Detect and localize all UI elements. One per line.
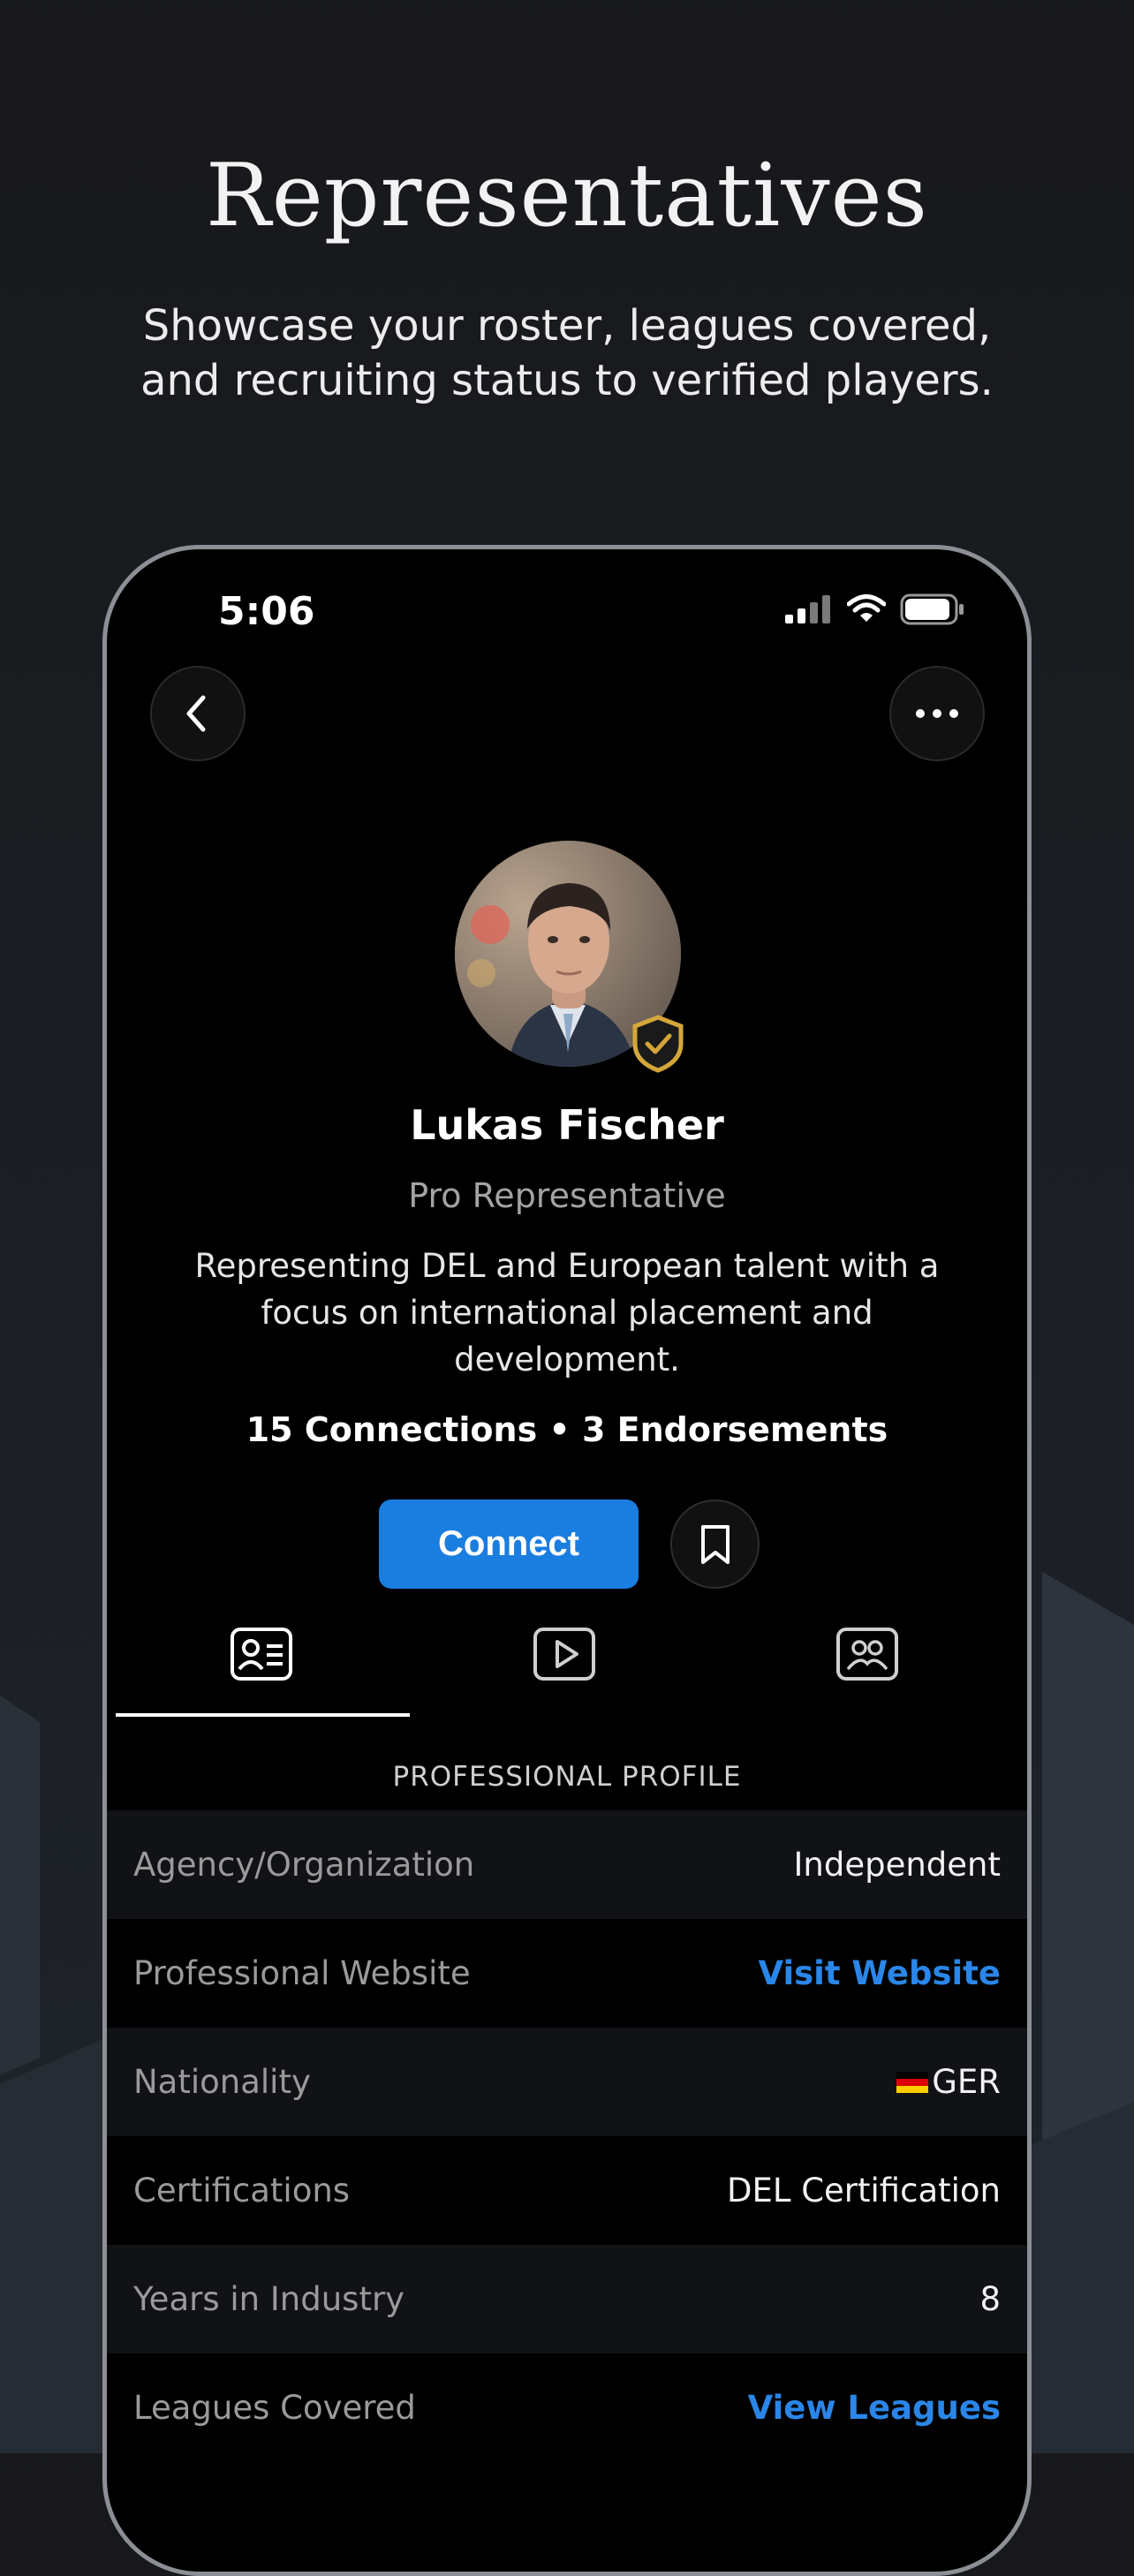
profile-details: Agency/Organization Independent Professi… <box>107 1810 1027 2462</box>
detail-value: Independent <box>793 1846 1001 1884</box>
back-button[interactable] <box>150 666 246 761</box>
detail-row-years: Years in Industry 8 <box>107 2245 1027 2353</box>
active-tab-indicator <box>116 1713 410 1717</box>
germany-flag-icon <box>896 2071 929 2093</box>
wifi-icon <box>847 594 886 622</box>
video-play-icon <box>533 1628 595 1681</box>
detail-label: Professional Website <box>133 1954 471 1992</box>
detail-value: 8 <box>979 2280 1001 2318</box>
detail-label: Certifications <box>133 2172 351 2210</box>
view-leagues-link[interactable]: View Leagues <box>748 2389 1001 2427</box>
detail-row-agency: Agency/Organization Independent <box>107 1810 1027 1919</box>
detail-value: GER <box>932 2063 1001 2101</box>
chevron-left-icon <box>186 695 206 732</box>
detail-label: Agency/Organization <box>133 1846 475 1884</box>
detail-row-certifications: Certifications DEL Certification <box>107 2136 1027 2245</box>
visit-website-link[interactable]: Visit Website <box>758 1954 1001 1992</box>
battery-icon <box>900 593 964 625</box>
detail-row-nationality: Nationality GER <box>107 2028 1027 2136</box>
verified-shield-icon <box>632 1015 684 1073</box>
phone-frame: 5:06 Lukas Fischer Pro Representative Re… <box>102 545 1032 2576</box>
profile-name: Lukas Fischer <box>410 1101 724 1149</box>
more-options-button[interactable] <box>889 666 985 761</box>
nationality-value: GER <box>896 2063 1001 2101</box>
profile-tabs <box>116 1618 1027 1702</box>
promo-subtitle: Showcase your roster, leagues covered, a… <box>88 298 1046 408</box>
cellular-signal-icon <box>785 595 830 623</box>
detail-row-website: Professional Website Visit Website <box>107 1919 1027 2028</box>
bookmark-button[interactable] <box>670 1500 760 1589</box>
tab-profile[interactable] <box>116 1618 407 1702</box>
profile-role: Pro Representative <box>408 1176 726 1215</box>
detail-label: Leagues Covered <box>133 2389 416 2427</box>
detail-row-leagues: Leagues Covered View Leagues <box>107 2353 1027 2462</box>
connect-button[interactable]: Connect <box>379 1500 639 1589</box>
more-horizontal-icon <box>916 709 958 718</box>
status-icons <box>785 593 965 625</box>
promo-headline: Representatives <box>206 146 928 246</box>
promo-subtitle-line-2: and recruiting status to verified player… <box>140 356 994 405</box>
detail-value: DEL Certification <box>726 2172 1001 2210</box>
promo-subtitle-line-1: Showcase your roster, leagues covered, <box>142 301 992 351</box>
profile-stats[interactable]: 15 Connections • 3 Endorsements <box>107 1410 1027 1449</box>
tab-videos[interactable] <box>419 1618 710 1702</box>
section-title: PROFESSIONAL PROFILE <box>392 1761 742 1793</box>
profile-avatar <box>455 841 684 1073</box>
tab-roster[interactable] <box>722 1618 1013 1702</box>
profile-bio: Representing DEL and European talent wit… <box>194 1247 940 1379</box>
detail-label: Years in Industry <box>133 2280 405 2318</box>
detail-label: Nationality <box>133 2063 311 2101</box>
bookmark-icon <box>700 1524 730 1564</box>
group-icon <box>836 1628 898 1681</box>
status-time: 5:06 <box>218 589 315 634</box>
profile-card-icon <box>231 1628 292 1681</box>
